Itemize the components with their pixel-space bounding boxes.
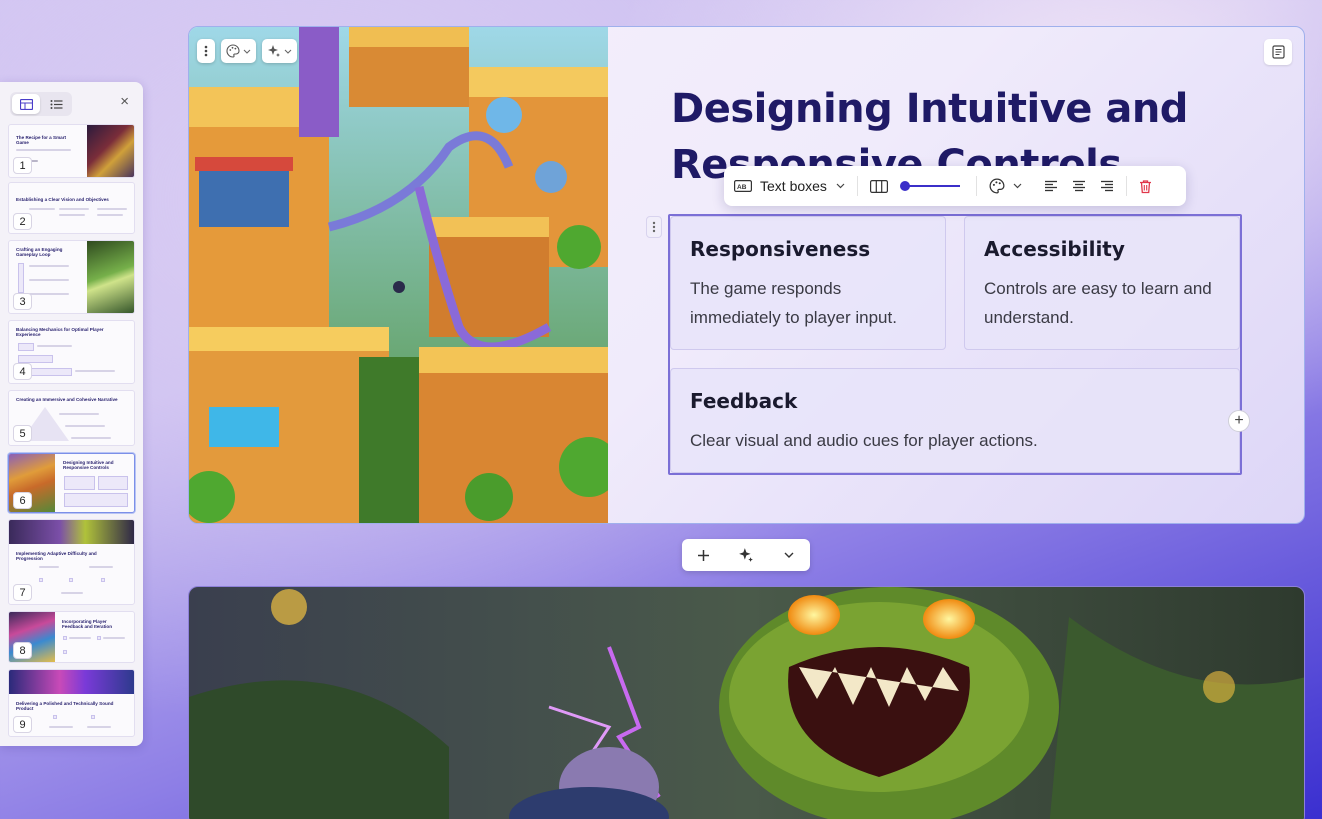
slide-thumbnail-9[interactable]: Delivering a Polished and Technically So… [8, 669, 135, 737]
more-options-button[interactable] [197, 39, 215, 63]
text-box-responsiveness[interactable]: Responsiveness The game responds immedia… [670, 216, 946, 350]
svg-text:AB: AB [737, 184, 747, 191]
plus-icon [697, 549, 709, 561]
color-dropdown[interactable] [989, 178, 1022, 194]
thumbnail-image [9, 520, 134, 544]
slide-thumbnail-6[interactable]: Designing Intuitive and Responsive Contr… [8, 453, 135, 513]
trash-icon [1139, 179, 1151, 193]
thumbnail-image [87, 125, 134, 177]
palette-icon [989, 178, 1005, 194]
text-box-title: Accessibility [984, 237, 1125, 261]
thumbnail-number: 1 [13, 157, 32, 174]
thumbnail-number: 8 [13, 642, 32, 659]
drag-handle[interactable] [646, 216, 662, 238]
layout-dropdown[interactable]: AB Text boxes [734, 178, 845, 194]
thumbnail-title: The Recipe for a Smart Game [16, 135, 67, 146]
align-right-button[interactable] [1100, 180, 1114, 192]
thumbnail-title: Designing Intuitive and Responsive Contr… [63, 460, 114, 471]
text-box-title: Responsiveness [690, 237, 871, 261]
align-right-icon [1100, 180, 1113, 192]
image-style-button[interactable] [221, 39, 256, 63]
slider-knob[interactable] [899, 181, 910, 191]
slider-track[interactable] [899, 181, 960, 191]
sparkle-icon [268, 45, 280, 57]
text-box-accessibility[interactable]: Accessibility Controls are easy to learn… [964, 216, 1240, 350]
text-box-body: Clear visual and audio cues for player a… [690, 431, 1038, 450]
thumbnail-image [87, 241, 134, 313]
grid-view-icon [19, 98, 33, 110]
chevron-down-icon [784, 552, 794, 558]
slide-image-toolbar [197, 39, 297, 63]
delete-button[interactable] [1139, 179, 1152, 194]
columns-icon [869, 179, 888, 193]
align-left-button[interactable] [1044, 180, 1058, 192]
slide-thumbnail-7[interactable]: Implementing Adaptive Difficulty and Pro… [8, 519, 135, 605]
thumbnail-title: Creating an Immersive and Cohesive Narra… [16, 397, 118, 402]
thumbnail-title: Balancing Mechanics for Optimal Player E… [16, 327, 104, 338]
slide-thumbnail-8[interactable]: Incorporating Player Feedback and Iterat… [8, 611, 135, 663]
ai-edit-button[interactable] [262, 39, 297, 63]
thumbnail-number: 5 [13, 425, 32, 442]
more-add-options-button[interactable] [767, 539, 810, 571]
slide-thumbnail-5[interactable]: Creating an Immersive and Cohesive Narra… [8, 390, 135, 446]
toolbar-divider [856, 176, 858, 196]
chevron-down-icon [284, 49, 292, 54]
list-view-tab[interactable] [42, 94, 70, 114]
thumbnail-number: 2 [13, 213, 32, 230]
text-box-body: Controls are easy to learn and understan… [984, 279, 1212, 327]
list-view-icon [50, 99, 62, 109]
thumbnail-title: Incorporating Player Feedback and Iterat… [62, 619, 113, 630]
slide-illustration[interactable] [189, 27, 608, 524]
grid-view-tab[interactable] [12, 94, 40, 114]
speaker-notes-button[interactable] [1264, 39, 1292, 65]
close-icon[interactable]: × [120, 94, 129, 109]
toolbar-divider [1125, 176, 1127, 196]
sparkle-icon [739, 548, 753, 562]
notes-icon [1271, 45, 1285, 59]
palette-icon [226, 44, 240, 58]
vertical-dots-icon [204, 45, 208, 57]
add-slide-button[interactable] [682, 539, 725, 571]
add-text-box-button[interactable]: + [1228, 410, 1250, 432]
thumbnail-title: Establishing a Clear Vision and Objectiv… [16, 197, 109, 202]
thumbnail-number: 3 [13, 293, 32, 310]
thumbnail-number: 4 [13, 363, 32, 380]
thumbnail-title: Implementing Adaptive Difficulty and Pro… [16, 551, 97, 562]
panel-view-tabs [10, 92, 72, 116]
ai-generate-slide-button[interactable] [725, 539, 768, 571]
text-box-icon: AB [734, 180, 752, 192]
text-box-title: Feedback [690, 389, 798, 413]
layout-dropdown-label: Text boxes [760, 178, 827, 194]
thumbnail-image [9, 670, 134, 694]
align-left-icon [1044, 180, 1057, 192]
chevron-down-icon [243, 49, 251, 54]
vertical-dots-icon [652, 221, 656, 233]
columns-button[interactable] [869, 179, 888, 193]
size-slider[interactable] [898, 181, 960, 191]
slide-thumbnail-1[interactable]: The Recipe for a Smart Game 1 [8, 124, 135, 178]
thumbnail-number: 7 [13, 584, 32, 601]
slide-thumbnail-panel: × The Recipe for a Smart Game 1 Establis… [0, 82, 143, 746]
text-box-feedback[interactable]: Feedback Clear visual and audio cues for… [670, 368, 1240, 473]
next-slide-canvas[interactable] [188, 586, 1305, 819]
toolbar-divider [975, 176, 977, 196]
chevron-down-icon [1013, 183, 1022, 189]
add-slide-bar [682, 539, 810, 571]
thumbnail-title: Delivering a Polished and Technically So… [16, 701, 114, 712]
text-boxes-toolbar: AB Text boxes [724, 166, 1186, 206]
next-slide-illustration[interactable] [189, 587, 1305, 819]
thumbnail-number: 9 [13, 716, 32, 733]
text-box-body: The game responds immediately to player … [690, 279, 897, 327]
thumbnail-number: 6 [13, 492, 32, 509]
slide-thumbnail-4[interactable]: Balancing Mechanics for Optimal Player E… [8, 320, 135, 384]
align-center-button[interactable] [1072, 180, 1086, 192]
align-center-icon [1072, 180, 1085, 192]
slide-thumbnail-3[interactable]: Crafting an Engaging Gameplay Loop 3 [8, 240, 135, 314]
chevron-down-icon [836, 183, 845, 189]
thumbnail-title: Crafting an Engaging Gameplay Loop [16, 247, 63, 258]
slide-thumbnail-2[interactable]: Establishing a Clear Vision and Objectiv… [8, 182, 135, 234]
